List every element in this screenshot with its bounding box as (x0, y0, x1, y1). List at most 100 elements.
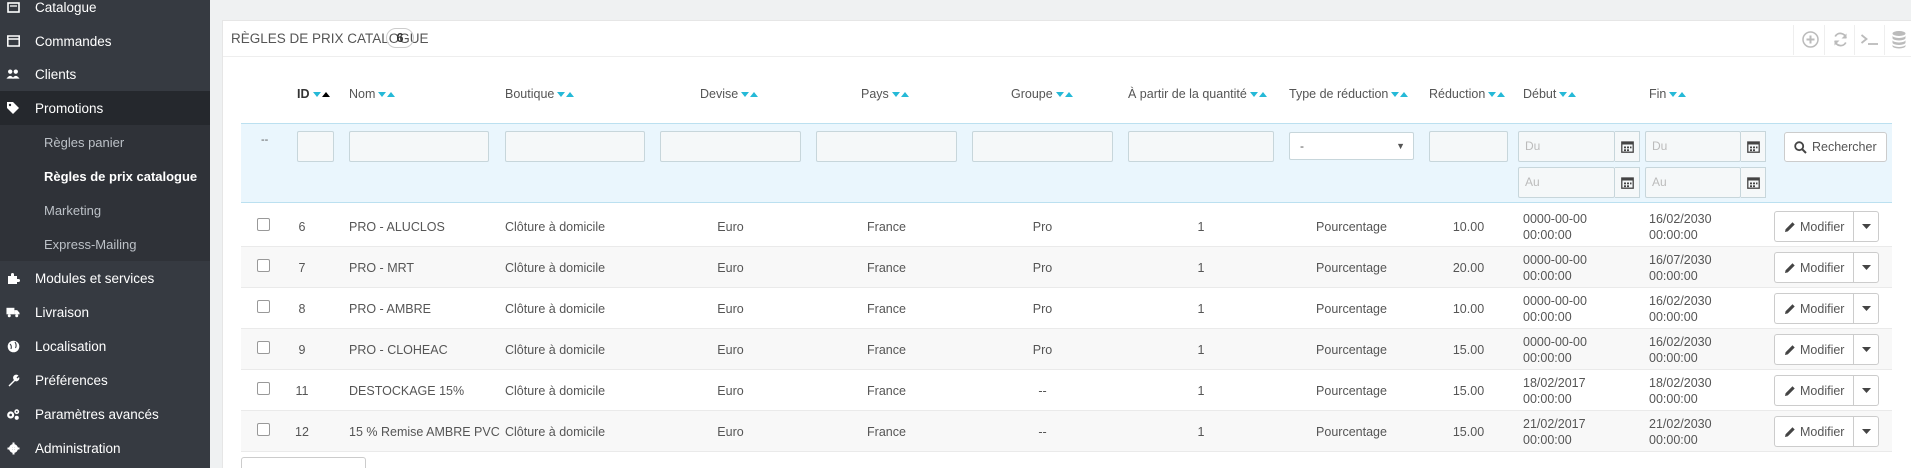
edit-dropdown-toggle[interactable] (1853, 252, 1880, 283)
filter-boutique-input[interactable] (505, 131, 645, 162)
edit-dropdown-toggle[interactable] (1853, 334, 1880, 365)
sidebar: Catalogue Commandes Clients Promotions R… (0, 0, 210, 468)
calendar-icon[interactable] (1615, 167, 1640, 198)
sort-desc-icon[interactable] (741, 91, 750, 97)
sidebar-item-parametres-avances[interactable]: Paramètres avancés (0, 397, 210, 431)
row-checkbox[interactable] (257, 341, 270, 354)
column-header-id: ID (297, 87, 330, 101)
row-checkbox[interactable] (257, 218, 270, 231)
row-checkbox[interactable] (257, 423, 270, 436)
edit-dropdown-toggle[interactable] (1853, 293, 1880, 324)
filter-fin-to-input[interactable]: Au (1645, 167, 1741, 198)
filter-groupe-input[interactable] (972, 131, 1113, 162)
edit-dropdown-toggle[interactable] (1853, 416, 1880, 447)
puzzle-icon (6, 271, 20, 285)
sidebar-item-livraison[interactable]: Livraison (0, 295, 210, 329)
search-button[interactable]: Rechercher (1784, 132, 1887, 162)
table-row[interactable]: 7 PRO - MRT Clôture à domicile Euro France Pr… (241, 247, 1892, 288)
table-row[interactable]: 9 PRO - CLOHEAC Clôture à domicile Euro Fran… (241, 329, 1892, 370)
sort-desc-icon[interactable] (557, 91, 566, 97)
sort-asc-icon[interactable] (1678, 91, 1687, 97)
edit-button[interactable]: Modifier (1774, 293, 1854, 324)
sort-asc-icon[interactable] (900, 91, 909, 97)
filter-pays-input[interactable] (816, 131, 957, 162)
add-new-icon[interactable] (1799, 28, 1821, 50)
filter-nom-input[interactable] (349, 131, 489, 162)
table-row[interactable]: 11 DESTOCKAGE 15% Clôture à domicile Euro Fr… (241, 370, 1892, 411)
edit-button[interactable]: Modifier (1774, 334, 1854, 365)
sidebar-subitem-express-mailing[interactable]: Express-Mailing (0, 227, 210, 261)
sort-asc-icon[interactable] (1258, 91, 1267, 97)
panel-heading: Règles de prix catalogue 6 (223, 21, 1911, 57)
sort-desc-icon[interactable] (1249, 91, 1258, 97)
orders-icon (6, 34, 20, 48)
filter-debut-from-input[interactable]: Du (1518, 131, 1615, 162)
pencil-icon (1785, 262, 1795, 273)
filter-fin-from-input[interactable]: Du (1645, 131, 1741, 162)
sidebar-subitem-regles-prix-catalogue[interactable]: Règles de prix catalogue (0, 159, 210, 193)
sort-desc-icon[interactable] (1559, 91, 1568, 97)
sort-desc-icon[interactable] (378, 91, 387, 97)
sidebar-item-promotions[interactable]: Promotions (0, 91, 210, 125)
sort-desc-icon[interactable] (1669, 91, 1678, 97)
cell-reduction: 15.00 (1452, 424, 1485, 439)
sort-asc-icon[interactable] (1400, 91, 1409, 97)
fin-date: 16/02/2030 (1649, 211, 1712, 226)
filter-id-input[interactable] (297, 131, 334, 162)
sort-desc-icon[interactable] (1055, 91, 1064, 97)
sort-asc-icon[interactable] (321, 91, 330, 97)
cell-fin: 16/02/2030 00:00:00 (1649, 206, 1759, 247)
sidebar-subitem-marketing[interactable]: Marketing (0, 193, 210, 227)
sidebar-item-preferences[interactable]: Préférences (0, 363, 210, 397)
edit-dropdown-toggle[interactable] (1853, 211, 1880, 242)
edit-button[interactable]: Modifier (1774, 375, 1854, 406)
calendar-icon[interactable] (1741, 167, 1766, 198)
sort-asc-icon[interactable] (566, 91, 575, 97)
cell-reduction: 20.00 (1452, 260, 1485, 275)
sort-asc-icon[interactable] (387, 91, 396, 97)
sort-desc-icon[interactable] (1488, 91, 1497, 97)
sort-asc-icon[interactable] (1064, 91, 1073, 97)
row-checkbox[interactable] (257, 259, 270, 272)
sort-asc-icon[interactable] (1568, 91, 1577, 97)
table-row[interactable]: 8 PRO - AMBRE Clôture à domicile Euro France… (241, 288, 1892, 329)
filter-devise-input[interactable] (660, 131, 801, 162)
row-checkbox[interactable] (257, 300, 270, 313)
filter-debut-to-input[interactable]: Au (1518, 167, 1615, 198)
filter-type-select[interactable]: - ▼ (1289, 132, 1414, 160)
edit-dropdown-toggle[interactable] (1853, 375, 1880, 406)
bulk-actions-button[interactable] (241, 457, 366, 468)
cell-qte: 1 (1197, 301, 1205, 316)
sidebar-subitem-label: Marketing (44, 202, 102, 218)
refresh-icon[interactable] (1829, 28, 1851, 50)
cell-type: Pourcentage (1316, 424, 1387, 439)
sidebar-item-localisation[interactable]: Localisation (0, 329, 210, 363)
edit-button[interactable]: Modifier (1774, 416, 1854, 447)
calendar-icon[interactable] (1741, 131, 1766, 162)
row-checkbox[interactable] (257, 382, 270, 395)
sql-terminal-icon[interactable] (1859, 28, 1881, 50)
sidebar-item-catalogue[interactable]: Catalogue (0, 0, 210, 24)
column-header-reduction: Réduction (1429, 87, 1506, 101)
filter-reduction-input[interactable] (1429, 131, 1508, 162)
filter-quantite-input[interactable] (1128, 131, 1274, 162)
sidebar-subitem-regles-panier[interactable]: Règles panier (0, 125, 210, 159)
calendar-icon[interactable] (1615, 131, 1640, 162)
sort-asc-icon[interactable] (750, 91, 759, 97)
sidebar-item-modules[interactable]: Modules et services (0, 261, 210, 295)
sort-desc-icon[interactable] (1391, 91, 1400, 97)
database-icon[interactable] (1888, 28, 1910, 50)
edit-button[interactable]: Modifier (1774, 252, 1854, 283)
sidebar-item-clients[interactable]: Clients (0, 57, 210, 91)
cell-id: 8 (298, 301, 306, 316)
table-row[interactable]: 12 15 % Remise AMBRE PVC Clôture à domicil… (241, 411, 1892, 452)
search-icon (1794, 140, 1807, 154)
debut-date: 0000-00-00 (1523, 293, 1587, 308)
sort-asc-icon[interactable] (1497, 91, 1506, 97)
sidebar-item-commandes[interactable]: Commandes (0, 24, 210, 58)
sort-desc-icon[interactable] (312, 91, 321, 97)
sidebar-item-administration[interactable]: Administration (0, 431, 210, 465)
sort-desc-icon[interactable] (891, 91, 900, 97)
table-row[interactable]: 6 PRO - ALUCLOS Clôture à domicile Euro Fran… (241, 206, 1892, 247)
edit-button[interactable]: Modifier (1774, 211, 1854, 242)
